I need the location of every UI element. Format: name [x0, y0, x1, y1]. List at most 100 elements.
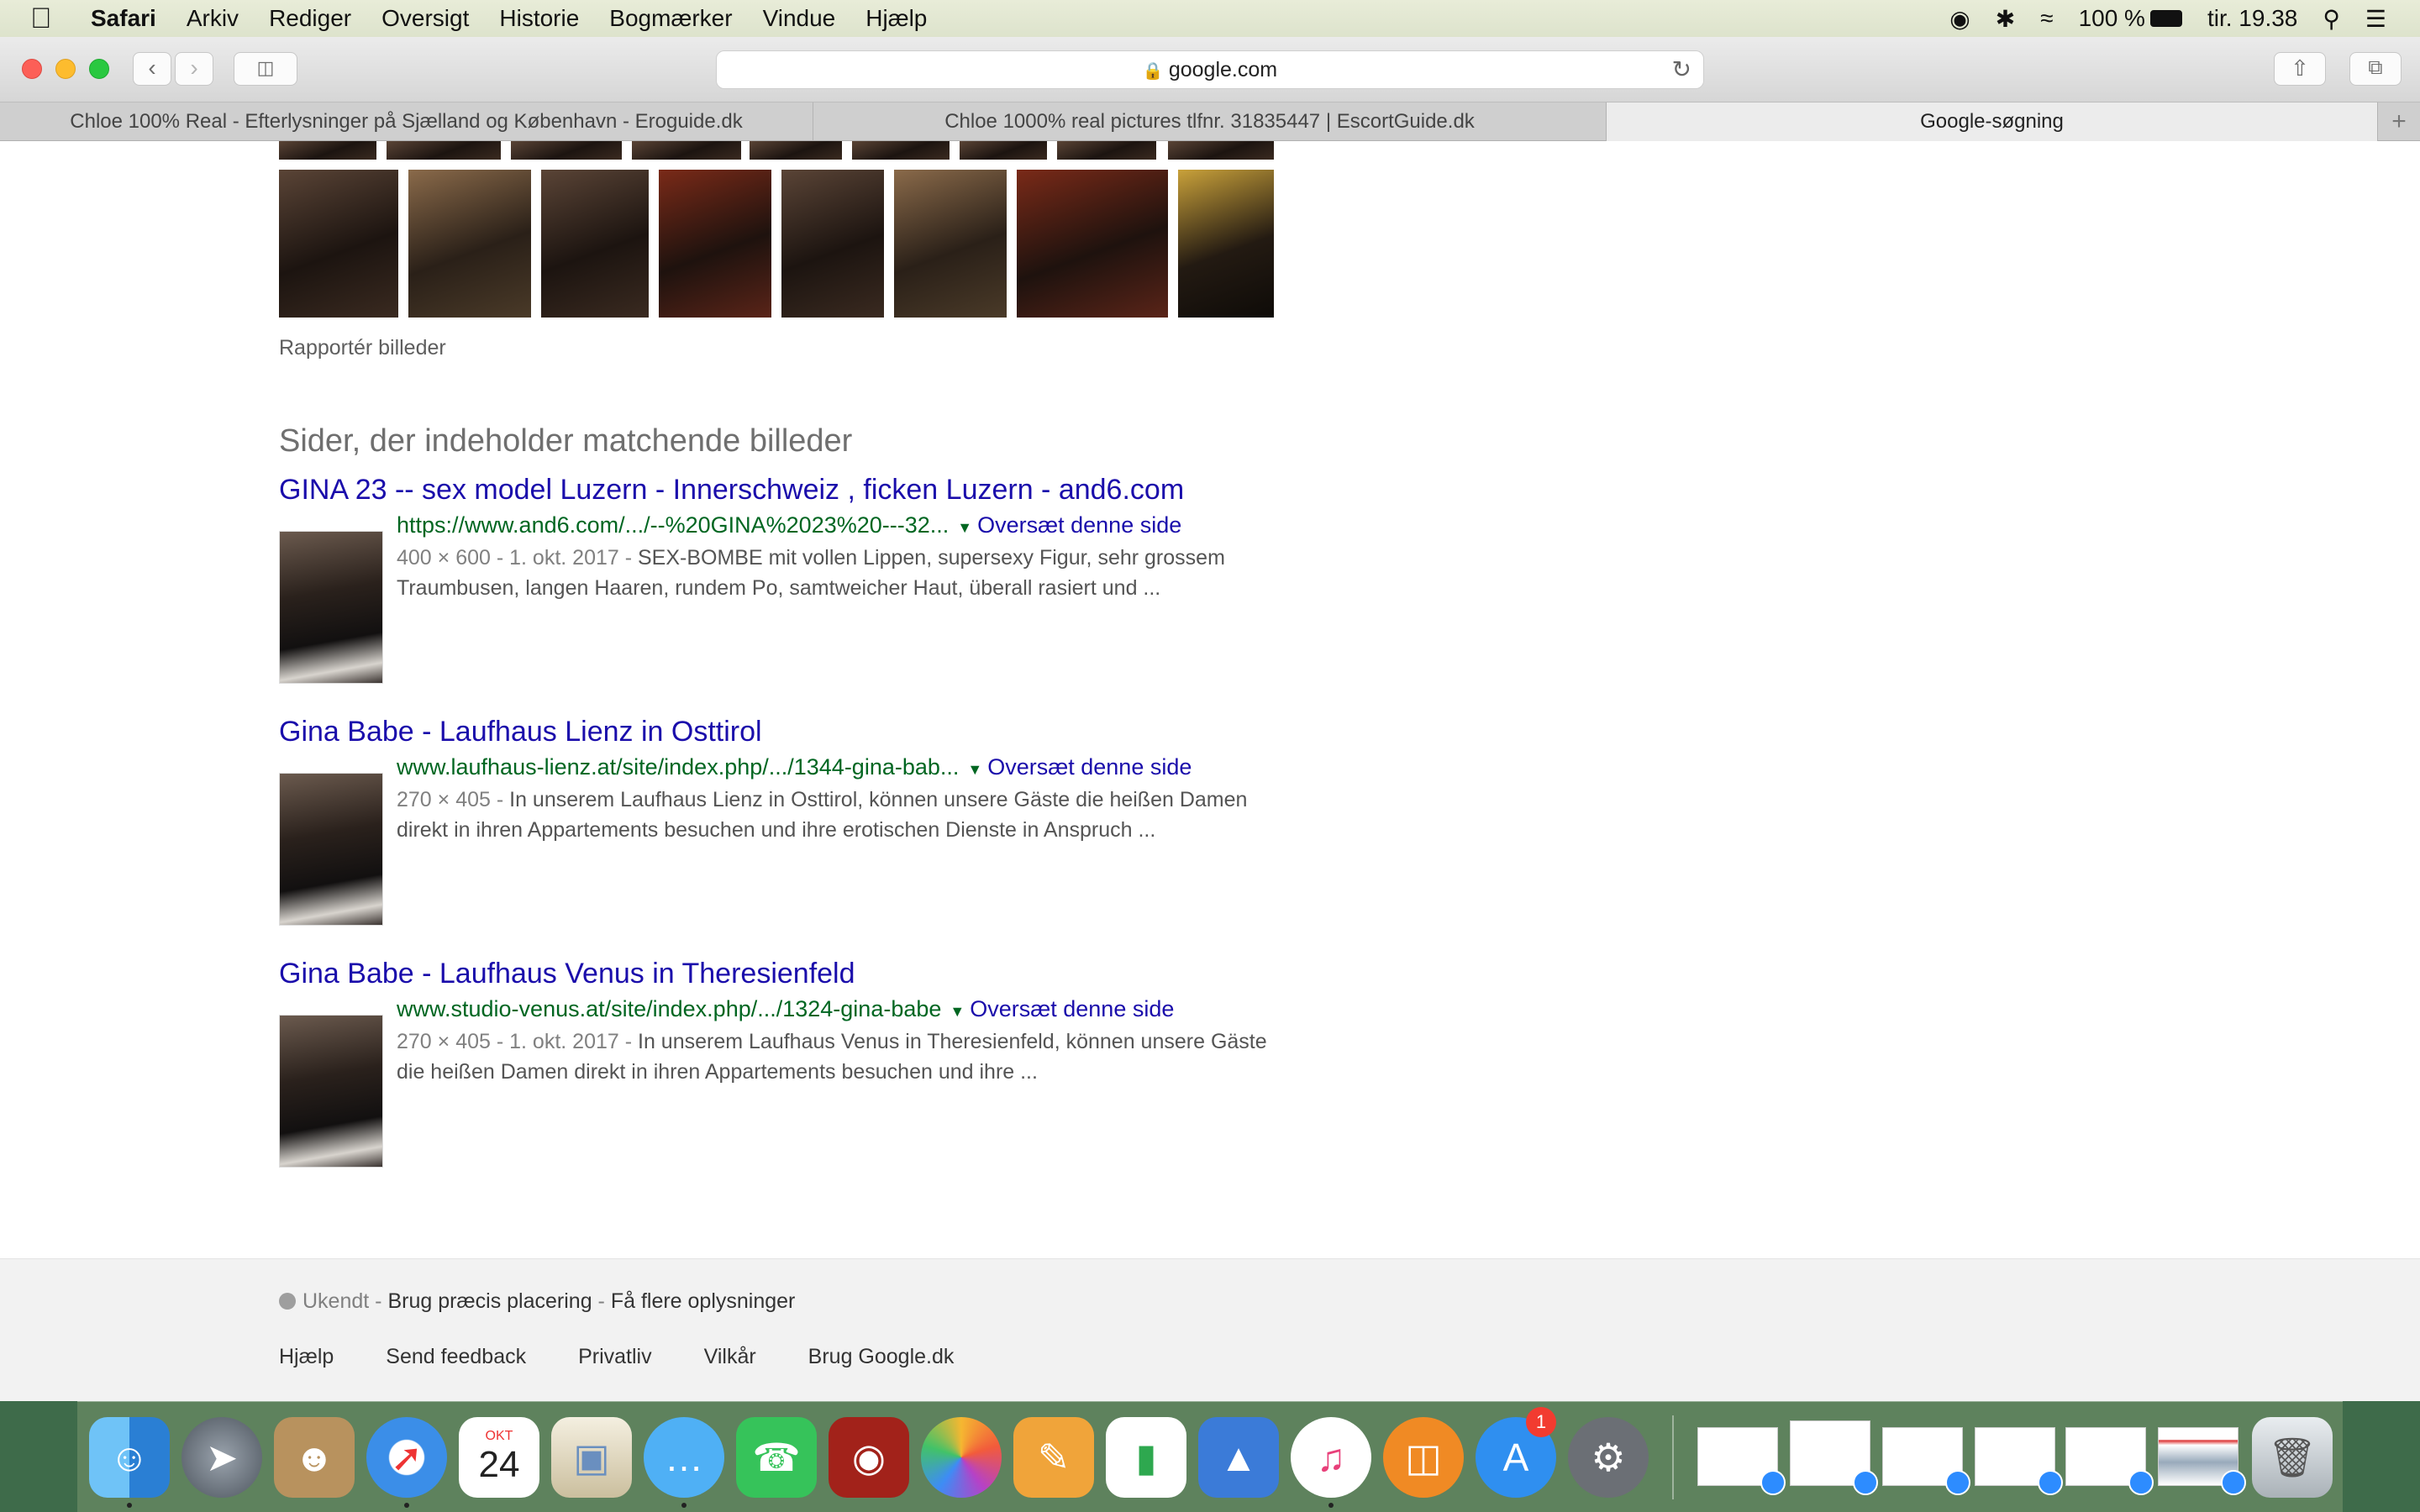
notification-center-icon[interactable]: ☰ — [2365, 5, 2386, 33]
back-button[interactable]: ‹ — [133, 52, 171, 86]
numbers-icon[interactable]: ▮ — [1106, 1417, 1186, 1498]
safari-badge-icon — [2221, 1470, 2246, 1495]
messages-icon[interactable]: … — [644, 1417, 724, 1498]
calendar-icon[interactable]: OKT 24 — [459, 1417, 539, 1498]
launchpad-icon[interactable]: ➤ — [182, 1417, 262, 1498]
report-images-link[interactable]: Rapportér billeder — [279, 336, 446, 360]
search-result: GINA 23 -- sex model Luzern - Innerschwe… — [279, 474, 1338, 692]
menu-vindue[interactable]: Vindue — [763, 5, 836, 32]
photos-icon[interactable] — [921, 1417, 1002, 1498]
forward-button[interactable]: › — [175, 52, 213, 86]
spotlight-search-icon[interactable]: ⚲ — [2323, 5, 2340, 33]
result-title-link[interactable]: Gina Babe - Laufhaus Lienz in Osttirol — [279, 716, 1338, 748]
dropdown-caret-icon[interactable]: ▼ — [957, 519, 972, 536]
finder-icon[interactable]: ☺ — [89, 1417, 170, 1498]
page-content: Rapportér billeder Sider, der indeholder… — [0, 141, 2420, 1401]
itunes-icon[interactable]: ♫ — [1291, 1417, 1371, 1498]
image-thumbnail[interactable] — [750, 141, 842, 160]
menu-clock[interactable]: tir. 19.38 — [2207, 5, 2297, 32]
contacts-icon[interactable]: ☻ — [274, 1417, 355, 1498]
result-thumbnail[interactable] — [279, 1015, 383, 1168]
image-thumbnail[interactable] — [511, 141, 622, 160]
menu-hjaelp[interactable]: Hjælp — [865, 5, 927, 32]
close-window-button[interactable] — [22, 59, 42, 79]
footer-link-feedback[interactable]: Send feedback — [386, 1345, 526, 1369]
tab-google-search[interactable]: Google-søgning — [1607, 102, 2378, 141]
menu-arkiv[interactable]: Arkiv — [187, 5, 239, 32]
result-snippet-line: In unserem Laufhaus Venus in Theresienfe… — [638, 1030, 1267, 1053]
image-thumbnail[interactable] — [781, 170, 884, 318]
system-preferences-icon[interactable]: ⚙ — [1568, 1417, 1649, 1498]
image-thumbnail[interactable] — [960, 141, 1047, 160]
result-thumbnail[interactable] — [279, 773, 383, 926]
menu-historie[interactable]: Historie — [499, 5, 579, 32]
apple-menu-icon[interactable]:  — [30, 3, 77, 35]
minimized-window[interactable] — [2065, 1427, 2154, 1495]
translate-page-link[interactable]: Oversæt denne side — [977, 512, 1181, 538]
minimize-window-button[interactable] — [55, 59, 76, 79]
safari-icon[interactable]: ➚ — [366, 1417, 447, 1498]
privacy-eye-icon[interactable]: ◉ — [1949, 5, 1970, 33]
app-store-badge: 1 — [1526, 1407, 1556, 1437]
menu-bogmaerker[interactable]: Bogmærker — [609, 5, 732, 32]
minimized-window[interactable] — [2158, 1427, 2246, 1495]
safari-badge-icon — [2128, 1470, 2154, 1495]
menu-app-safari[interactable]: Safari — [91, 5, 156, 32]
image-thumbnail[interactable] — [632, 141, 741, 160]
dropdown-caret-icon[interactable]: ▼ — [950, 1003, 965, 1020]
facetime-icon[interactable]: ☎ — [736, 1417, 817, 1498]
reload-icon[interactable]: ↻ — [1672, 51, 1691, 88]
more-info-link[interactable]: Få flere oplysninger — [611, 1289, 796, 1313]
sidebar-toggle-button[interactable]: ◫ — [234, 52, 297, 86]
translate-page-link[interactable]: Oversæt denne side — [970, 996, 1174, 1021]
footer-link-privacy[interactable]: Privatliv — [578, 1345, 652, 1369]
running-indicator — [127, 1503, 132, 1508]
result-thumbnail[interactable] — [279, 531, 383, 684]
wifi-icon[interactable]: ≈ — [2040, 5, 2053, 32]
battery-percent[interactable]: 100 % — [2079, 5, 2145, 32]
image-thumbnail[interactable] — [894, 170, 1007, 318]
new-tab-button[interactable]: + — [2378, 102, 2420, 141]
minimized-window[interactable] — [1697, 1427, 1786, 1495]
minimized-window[interactable] — [1975, 1427, 2063, 1495]
footer-link-terms[interactable]: Vilkår — [704, 1345, 756, 1369]
image-thumbnail[interactable] — [1057, 141, 1156, 160]
translate-page-link[interactable]: Oversæt denne side — [987, 754, 1192, 780]
image-thumbnail[interactable] — [541, 170, 649, 318]
bluetooth-icon[interactable]: ✱ — [1996, 5, 2015, 33]
tab-escortguide[interactable]: Chloe 1000% real pictures tlfnr. 3183544… — [813, 102, 1607, 141]
pages-icon[interactable]: ✎ — [1013, 1417, 1094, 1498]
tab-eroguide[interactable]: Chloe 100% Real - Efterlysninger på Sjæl… — [0, 102, 813, 141]
battery-icon[interactable] — [2149, 10, 2182, 27]
minimized-window[interactable] — [1882, 1427, 1970, 1495]
menu-oversigt[interactable]: Oversigt — [381, 5, 469, 32]
image-thumbnail[interactable] — [279, 141, 376, 160]
result-title-link[interactable]: GINA 23 -- sex model Luzern - Innerschwe… — [279, 474, 1338, 507]
result-meta: 270 × 405 - — [397, 788, 510, 811]
share-button[interactable]: ⇧ — [2274, 52, 2326, 86]
trash-icon[interactable]: 🗑 — [2252, 1417, 2333, 1498]
zoom-window-button[interactable] — [89, 59, 109, 79]
image-thumbnail[interactable] — [408, 170, 531, 318]
image-thumbnail[interactable] — [1017, 170, 1168, 318]
image-thumbnail[interactable] — [1178, 170, 1274, 318]
footer-link-google-dk[interactable]: Brug Google.dk — [808, 1345, 955, 1369]
image-thumbnail[interactable] — [387, 141, 501, 160]
dropdown-caret-icon[interactable]: ▼ — [967, 761, 982, 778]
tab-overview-button[interactable]: ⧉ — [2349, 52, 2402, 86]
photo-booth-icon[interactable]: ◉ — [829, 1417, 909, 1498]
precise-location-link[interactable]: Brug præcis placering — [387, 1289, 592, 1313]
image-thumbnail[interactable] — [1168, 141, 1274, 160]
search-result: Gina Babe - Laufhaus Venus in Theresienf… — [279, 958, 1338, 1176]
image-thumbnail[interactable] — [279, 170, 398, 318]
keynote-icon[interactable]: ▲ — [1198, 1417, 1279, 1498]
image-thumbnail[interactable] — [852, 141, 950, 160]
image-thumbnail[interactable] — [659, 170, 771, 318]
footer-link-help[interactable]: Hjælp — [279, 1345, 334, 1369]
minimized-window[interactable] — [1790, 1420, 1878, 1495]
address-bar[interactable]: 🔒 google.com ↻ — [716, 50, 1704, 89]
menu-rediger[interactable]: Rediger — [269, 5, 351, 32]
ibooks-icon[interactable]: ◫ — [1383, 1417, 1464, 1498]
result-title-link[interactable]: Gina Babe - Laufhaus Venus in Theresienf… — [279, 958, 1338, 990]
preview-icon[interactable]: ▣ — [551, 1417, 632, 1498]
